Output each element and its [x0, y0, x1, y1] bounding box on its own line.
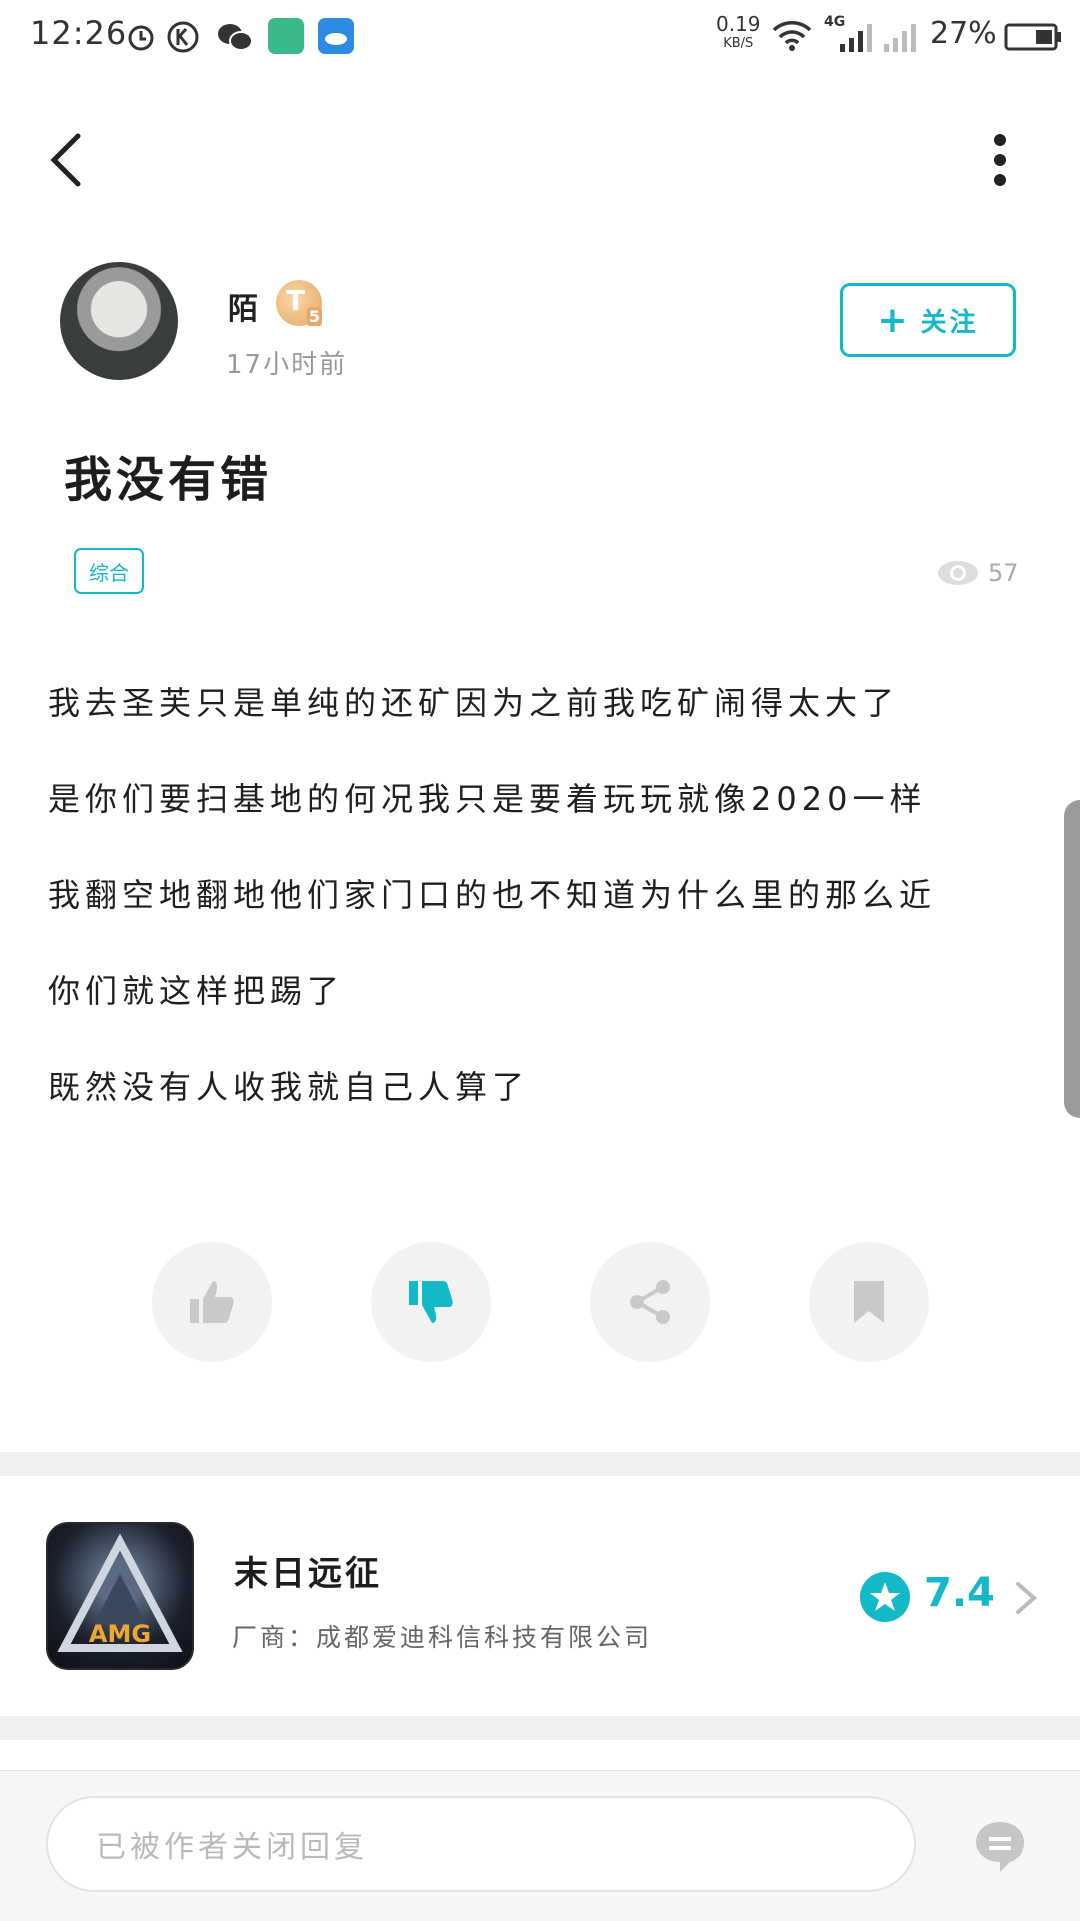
- view-count-value: 57: [988, 559, 1019, 587]
- thumbs-up-icon: [190, 1281, 234, 1323]
- bookmark-icon: [854, 1281, 884, 1323]
- net-speed-unit: KB/S: [723, 36, 754, 51]
- game-logo-text: AMG: [89, 1620, 151, 1648]
- battery-icon: [1004, 22, 1064, 56]
- post-time: 17小时前: [226, 350, 348, 380]
- net-speed-value: 0.19: [716, 12, 761, 36]
- k-icon: [166, 20, 200, 58]
- section-divider: [0, 1716, 1080, 1740]
- share-icon: [630, 1280, 670, 1324]
- chevron-right-icon[interactable]: [1014, 1580, 1038, 1616]
- net-speed: 0.19 KB/S: [716, 14, 761, 54]
- weather-icon: [318, 18, 354, 54]
- signal-icon: [838, 20, 878, 58]
- post-title: 我没有错: [64, 452, 273, 508]
- share-button[interactable]: [590, 1242, 710, 1362]
- level-badge: T 5: [276, 280, 322, 326]
- view-count: 57: [936, 556, 1019, 590]
- battery-percent: 27%: [930, 16, 997, 51]
- game-rating: 7.4: [924, 1570, 995, 1616]
- like-button[interactable]: [152, 1242, 272, 1362]
- avatar[interactable]: [60, 262, 178, 380]
- more-options-button[interactable]: [992, 130, 1008, 190]
- star-icon: [860, 1572, 910, 1622]
- eye-icon: [938, 561, 978, 585]
- post-tag[interactable]: 综合: [74, 548, 144, 594]
- comments-button[interactable]: [972, 1818, 1028, 1874]
- post-body-line: 是你们要扫基地的何况我只是要着玩玩就像2020一样: [48, 780, 927, 818]
- more-vertical-icon: [994, 134, 1006, 186]
- app-icon: [268, 18, 304, 54]
- post-body-line: 既然没有人收我就自己人算了: [48, 1068, 530, 1106]
- follow-button[interactable]: + 关注: [840, 283, 1016, 357]
- game-vendor: 厂商：成都爱迪科信科技有限公司: [232, 1623, 653, 1652]
- game-name[interactable]: 末日远征: [234, 1546, 382, 1595]
- plus-icon: +: [877, 299, 911, 341]
- comment-icon: [976, 1822, 1024, 1872]
- chevron-left-icon: [50, 133, 81, 187]
- signal-empty-icon: [882, 20, 922, 58]
- thumbs-down-icon: [409, 1281, 453, 1323]
- level-number: 5: [306, 307, 322, 326]
- game-logo-icon: AMG: [57, 1533, 183, 1652]
- reply-input[interactable]: 已被作者关闭回复: [46, 1796, 916, 1892]
- post-body-line: 你们就这样把踢了: [48, 972, 345, 1010]
- post-body-line: 我去圣芙只是单纯的还矿因为之前我吃矿闹得太大了: [48, 684, 900, 722]
- bookmark-button[interactable]: [809, 1242, 929, 1362]
- scrollbar-handle[interactable]: [1064, 800, 1080, 1118]
- level-letter: T: [286, 284, 306, 317]
- section-divider: [0, 1452, 1080, 1476]
- alarm-icon: [126, 22, 156, 56]
- follow-label: 关注: [920, 307, 979, 338]
- post-body-line: 我翻空地翻地他们家门口的也不知道为什么里的那么近: [48, 876, 937, 914]
- game-icon[interactable]: AMG: [46, 1522, 194, 1670]
- status-time: 12:26: [30, 14, 128, 52]
- wechat-icon: [216, 22, 254, 56]
- back-button[interactable]: [46, 132, 86, 188]
- author-name[interactable]: 陌: [228, 284, 258, 328]
- wifi-icon: [770, 18, 814, 56]
- dislike-button[interactable]: [371, 1242, 491, 1362]
- status-bar: 12:26 0.19 KB/S 4G 27%: [0, 0, 1080, 76]
